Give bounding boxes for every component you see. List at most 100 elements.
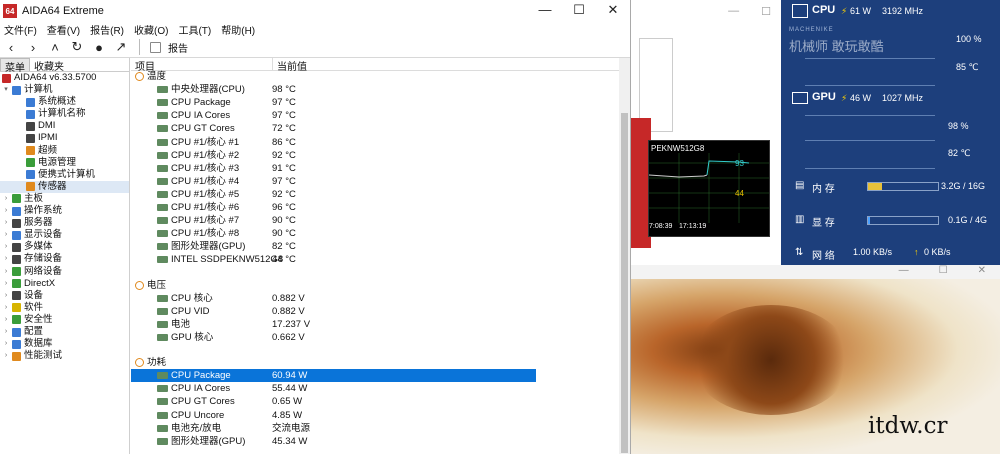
sensor-row[interactable]: 电池充/放电 交流电源 <box>131 422 536 435</box>
tree-item[interactable]: DMI <box>0 120 129 132</box>
menu-help[interactable]: 帮助(H) <box>221 22 255 37</box>
sensor-icon <box>157 204 168 212</box>
sensor-row[interactable]: GPU 核心 0.662 V <box>131 331 536 344</box>
scrollbar-thumb[interactable] <box>621 113 628 453</box>
menu-tools[interactable]: 工具(T) <box>178 22 211 37</box>
chart-icon[interactable]: ↗ <box>113 39 129 55</box>
sensor-row[interactable]: CPU #1/核心 #6 96 °C <box>131 201 536 214</box>
expand-right-icon[interactable]: › <box>2 217 10 229</box>
bg-maximize-icon[interactable]: ☐ <box>761 5 771 18</box>
tree-item[interactable]: › 网络设备 <box>0 266 129 278</box>
vertical-scrollbar[interactable] <box>619 58 630 454</box>
memory-label: 内 存 <box>812 184 835 195</box>
tree-item[interactable]: › 多媒体 <box>0 241 129 253</box>
tree-item[interactable]: 电源管理 <box>0 157 129 169</box>
expand-right-icon[interactable]: › <box>2 338 10 350</box>
sensor-row[interactable]: CPU Uncore 4.85 W <box>131 409 536 422</box>
sensor-row[interactable]: CPU #1/核心 #3 91 °C <box>131 162 536 175</box>
sensor-icon <box>157 138 168 146</box>
tree-item[interactable]: IPMI <box>0 132 129 144</box>
tree-item[interactable]: 计算机名称 <box>0 108 129 120</box>
expand-right-icon[interactable]: › <box>2 205 10 217</box>
tree-item[interactable]: › DirectX <box>0 278 129 290</box>
tree-item[interactable]: 超频 <box>0 145 129 157</box>
minimize-button[interactable]: — <box>528 0 562 22</box>
tree-item[interactable]: › 设备 <box>0 290 129 302</box>
section-header[interactable]: 温度 <box>131 70 536 83</box>
wall-maximize-icon[interactable]: ☐ <box>939 265 948 279</box>
sensor-row[interactable]: INTEL SSDPEKNW512G8 44 °C <box>131 253 536 266</box>
sensor-row[interactable]: CPU VID 0.882 V <box>131 305 536 318</box>
sensor-row[interactable]: 中央处理器(CPU) 98 °C <box>131 83 536 96</box>
sensor-row[interactable]: CPU #1/核心 #1 86 °C <box>131 136 536 149</box>
tree-item[interactable]: AIDA64 v6.33.5700 <box>0 72 129 84</box>
tree-item[interactable]: ▾ 计算机 <box>0 84 129 96</box>
sensor-row[interactable]: CPU IA Cores 97 °C <box>131 109 536 122</box>
expand-right-icon[interactable]: › <box>2 350 10 362</box>
sensor-row[interactable]: 图形处理器(GPU) 45.34 W <box>131 435 536 448</box>
tree-item[interactable]: › 性能测试 <box>0 350 129 362</box>
expand-right-icon[interactable]: › <box>2 229 10 241</box>
tree-item[interactable]: › 数据库 <box>0 338 129 350</box>
title-bar[interactable]: 64 AIDA64 Extreme — ☐ ✕ <box>0 0 630 22</box>
sensor-row[interactable]: CPU #1/核心 #4 97 °C <box>131 175 536 188</box>
sensor-row[interactable]: CPU #1/核心 #5 92 °C <box>131 188 536 201</box>
expand-right-icon[interactable]: › <box>2 278 10 290</box>
user-icon[interactable]: ● <box>91 40 107 55</box>
wall-minimize-icon[interactable]: — <box>899 265 909 279</box>
sensor-row[interactable]: CPU 核心 0.882 V <box>131 292 536 305</box>
up-icon[interactable]: ˄ <box>47 40 63 55</box>
expand-down-icon[interactable]: ▾ <box>2 84 10 96</box>
sensor-row[interactable]: CPU Package 97 °C <box>131 96 536 109</box>
sensor-row[interactable]: 电池 17.237 V <box>131 318 536 331</box>
tree-item[interactable]: › 主板 <box>0 193 129 205</box>
tree-item[interactable]: › 显示设备 <box>0 229 129 241</box>
tree-item[interactable]: 系统概述 <box>0 96 129 108</box>
tree-item[interactable]: 传感器 <box>0 180 129 193</box>
expand-right-icon[interactable]: › <box>2 253 10 265</box>
sensor-row[interactable]: 图形处理器(GPU) 82 °C <box>131 240 536 253</box>
wall-close-icon[interactable]: ✕ <box>978 265 986 279</box>
sensor-row[interactable]: CPU #1/核心 #2 92 °C <box>131 149 536 162</box>
menu-view[interactable]: 查看(V) <box>47 22 80 37</box>
back-icon[interactable]: ‹ <box>3 40 19 55</box>
maximize-button[interactable]: ☐ <box>562 0 596 22</box>
bg-minimize-icon[interactable]: — <box>728 5 739 17</box>
tree-item[interactable]: › 软件 <box>0 302 129 314</box>
expand-right-icon[interactable]: › <box>2 326 10 338</box>
refresh-icon[interactable]: ↻ <box>69 39 85 55</box>
tree-item[interactable]: › 配置 <box>0 326 129 338</box>
expand-right-icon[interactable]: › <box>2 266 10 278</box>
expand-right-icon[interactable]: › <box>2 193 10 205</box>
tree-item[interactable]: › 操作系统 <box>0 205 129 217</box>
section-header[interactable]: 电压 <box>131 279 536 292</box>
sensor-icon <box>157 86 168 94</box>
sensor-name: CPU #1/核心 #4 <box>171 175 240 187</box>
menu-favorites[interactable]: 收藏(O) <box>134 22 168 37</box>
tree-item[interactable]: › 服务器 <box>0 217 129 229</box>
expand-right-icon[interactable]: › <box>2 290 10 302</box>
column-item[interactable]: 项目 <box>131 58 272 73</box>
expand-right-icon[interactable]: › <box>2 302 10 314</box>
tree-item[interactable]: 便携式计算机 <box>0 169 129 181</box>
sensor-row[interactable]: CPU #1/核心 #7 90 °C <box>131 214 536 227</box>
sensor-row[interactable]: CPU IA Cores 55.44 W <box>131 382 536 395</box>
expand-right-icon[interactable]: › <box>2 314 10 326</box>
column-value[interactable]: 当前值 <box>272 58 477 73</box>
sensor-row[interactable]: CPU Package 60.94 W <box>131 369 536 383</box>
report-button[interactable]: 报告 <box>150 40 188 55</box>
tree-item[interactable]: › 安全性 <box>0 314 129 326</box>
tab-menu[interactable]: 菜单 <box>0 58 30 74</box>
menu-file[interactable]: 文件(F) <box>4 22 37 37</box>
tree-item[interactable]: › 存储设备 <box>0 253 129 265</box>
sensor-row[interactable]: CPU GT Cores 72 °C <box>131 122 536 135</box>
sensor-name: INTEL SSDPEKNW512G8 <box>171 254 284 266</box>
menu-report[interactable]: 报告(R) <box>90 22 124 37</box>
expand-right-icon[interactable]: › <box>2 241 10 253</box>
tab-favorites[interactable]: 收藏夹 <box>30 58 68 73</box>
sensor-row[interactable]: CPU #1/核心 #8 90 °C <box>131 227 536 240</box>
section-header[interactable]: 功耗 <box>131 356 536 369</box>
sensor-row[interactable]: CPU GT Cores 0.65 W <box>131 395 536 408</box>
close-button[interactable]: ✕ <box>596 0 630 22</box>
forward-icon[interactable]: › <box>25 40 41 55</box>
